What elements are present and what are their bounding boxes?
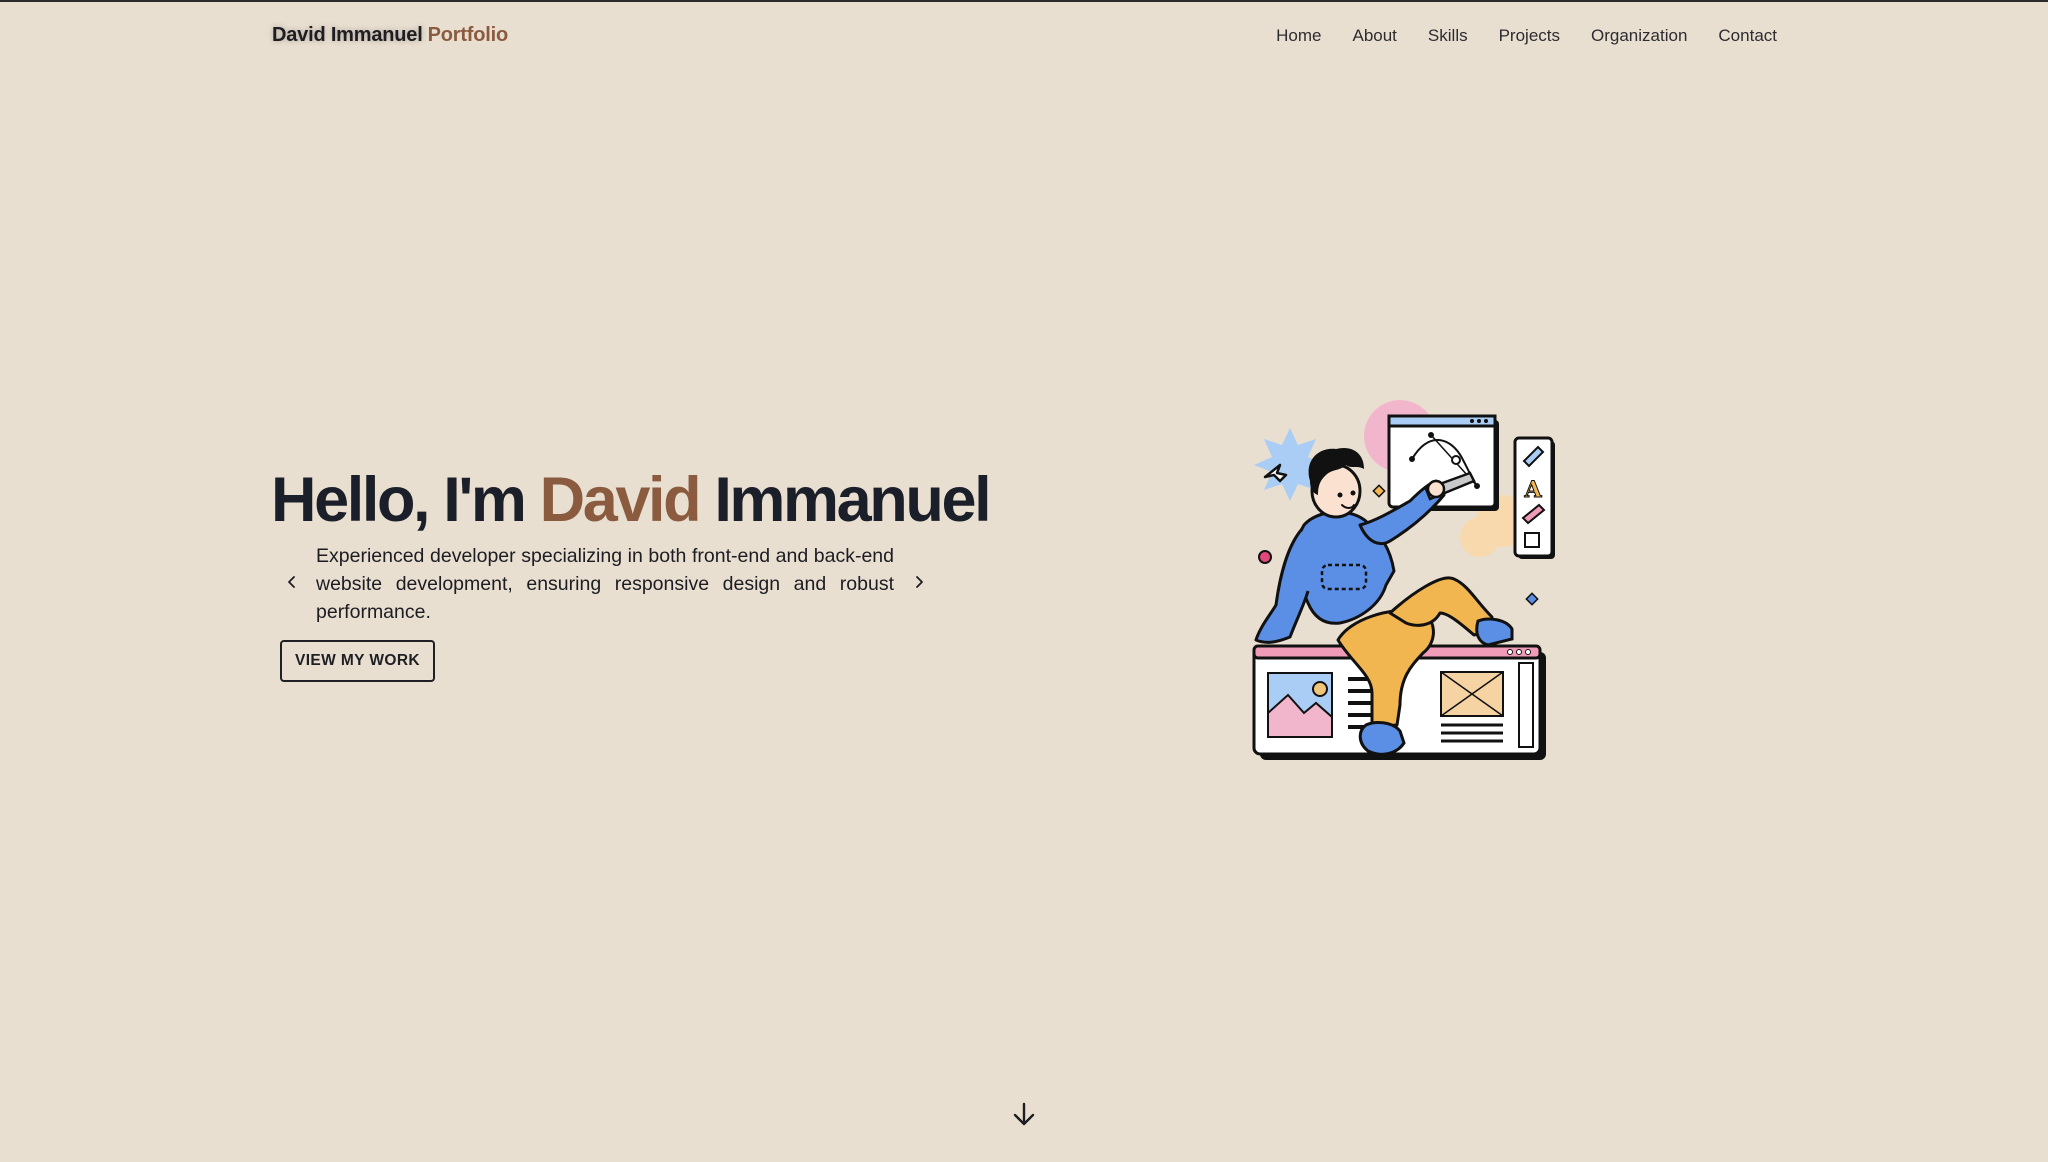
view-my-work-button[interactable]: VIEW MY WORK bbox=[280, 640, 435, 682]
hero-title-prefix: Hello, I'm bbox=[271, 465, 527, 535]
carousel-text: Experienced developer specializing in bo… bbox=[316, 545, 894, 623]
nav-link-home[interactable]: Home bbox=[1276, 26, 1321, 46]
chevron-left-icon bbox=[288, 576, 295, 588]
brand-suffix: Portfolio bbox=[427, 24, 509, 46]
nav-link-contact[interactable]: Contact bbox=[1718, 26, 1777, 46]
hero-title-accent: David bbox=[539, 465, 702, 535]
scroll-down-button[interactable] bbox=[1007, 1097, 1041, 1131]
svg-text:A: A bbox=[1523, 477, 1542, 503]
hero-title: Hello, I'm David Immanuel bbox=[271, 462, 992, 538]
nav-link-organization[interactable]: Organization bbox=[1591, 26, 1687, 46]
brand-name: David Immanuel bbox=[272, 24, 423, 46]
chevron-right-icon bbox=[916, 576, 923, 588]
carousel-prev-button[interactable] bbox=[274, 564, 310, 600]
brand-logo[interactable]: David Immanuel Portfolio bbox=[272, 24, 508, 47]
hero-illustration: A bbox=[1252, 400, 1555, 760]
hero-title-suffix: Immanuel bbox=[714, 465, 991, 535]
nav-links: Home About Skills Projects Organization … bbox=[1276, 26, 1777, 46]
carousel-next-button[interactable] bbox=[901, 564, 937, 600]
nav-link-about[interactable]: About bbox=[1352, 26, 1396, 46]
navbar: David Immanuel Portfolio Home About Skill… bbox=[0, 2, 2048, 70]
arrow-down-icon bbox=[1013, 1102, 1035, 1126]
intro-carousel: Experienced developer specializing in bo… bbox=[271, 542, 941, 626]
nav-link-projects[interactable]: Projects bbox=[1499, 26, 1560, 46]
nav-link-skills[interactable]: Skills bbox=[1428, 26, 1468, 46]
